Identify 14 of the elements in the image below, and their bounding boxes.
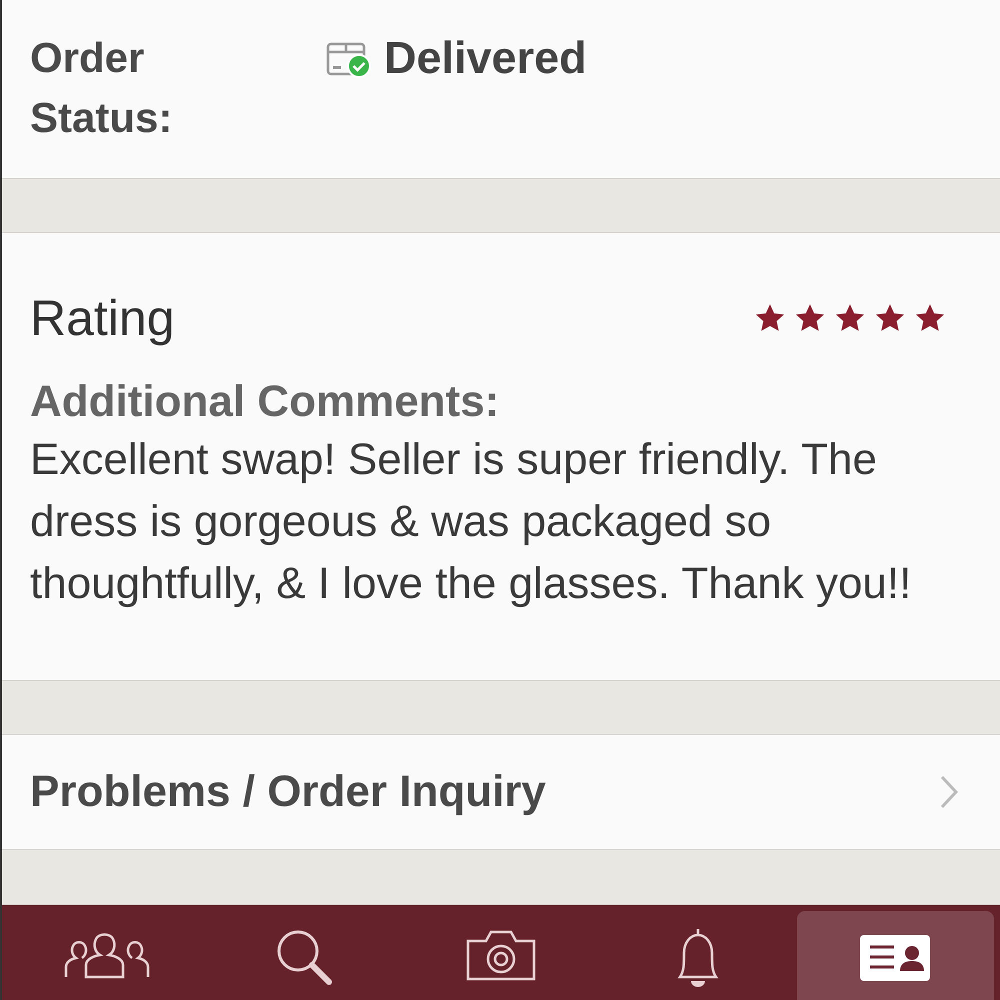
star-icon [754, 303, 786, 333]
id-card-icon [860, 935, 930, 981]
star-icon [914, 303, 946, 333]
star-icon [834, 303, 866, 333]
tab[interactable] [796, 911, 994, 1000]
comment-text: Excellent swap! Seller is super friendly. The dress is gorgeous & was packaged so thoughtfully, & I love the glasses. Thank you!! [30, 434, 912, 610]
status-label: Order Status: [30, 33, 174, 143]
status-value: Delivered [384, 32, 587, 84]
inquiry-label: Problems / Order Inquiry [30, 767, 546, 817]
star-icon [794, 303, 826, 333]
chevron-icon [938, 774, 960, 810]
star-icon [874, 303, 906, 333]
comments-label: Additional Comments: [30, 377, 500, 427]
rating-title: Rating [30, 289, 175, 347]
